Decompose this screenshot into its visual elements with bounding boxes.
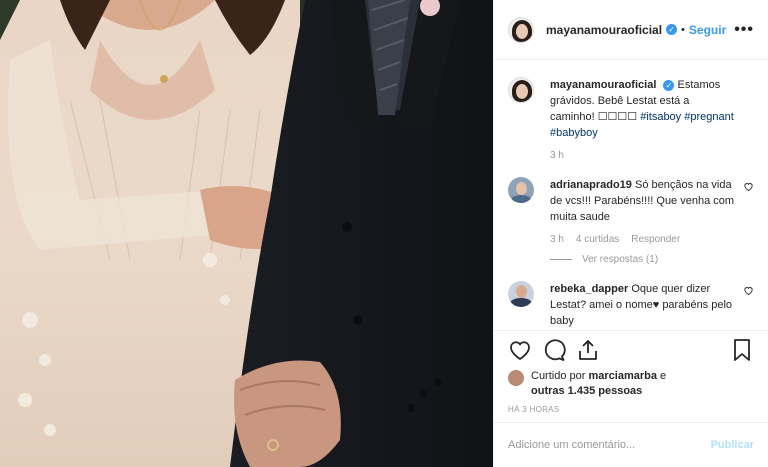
liked-by-conjunction: e	[660, 370, 667, 382]
liker-avatar[interactable]	[508, 370, 524, 386]
like-heart-icon[interactable]	[508, 338, 532, 362]
view-replies-button[interactable]: Ver respostas (1)	[550, 254, 736, 265]
post-timestamp[interactable]: HÁ 3 HORAS	[508, 405, 754, 414]
post-photo[interactable]	[0, 0, 493, 467]
comment-item: adrianaprado19 Só bençãos na vida de vcs…	[508, 177, 754, 265]
author-username[interactable]: mayanamouraoficial	[546, 23, 662, 37]
liked-by-prefix: Curtido por	[531, 370, 586, 382]
commenter-avatar[interactable]	[508, 177, 534, 203]
replies-divider	[550, 259, 572, 260]
comment-like-heart-icon[interactable]	[743, 181, 754, 192]
follow-button[interactable]: Seguir	[689, 23, 726, 37]
liked-by: Curtido por marciamarba e outras 1.435 p…	[508, 369, 754, 399]
add-comment-bar: Publicar	[494, 422, 768, 467]
comment-time[interactable]: 3 h	[550, 234, 564, 245]
verified-badge-icon: ✓	[663, 79, 675, 91]
wedding-photo	[0, 0, 493, 467]
share-icon[interactable]	[576, 338, 600, 362]
author-avatar[interactable]	[508, 16, 534, 43]
liker-username[interactable]: marciamarba	[588, 370, 657, 382]
comment-bubble-icon[interactable]	[542, 338, 566, 362]
comment-item: rebeka_dapper Oque quer dizer Lestat? am…	[508, 281, 754, 329]
post-header: mayanamouraoficial ✓ • Seguir •••	[494, 0, 768, 60]
verified-badge-icon: ✓	[666, 24, 678, 35]
post-side-panel: mayanamouraoficial ✓ • Seguir ••• mayana…	[493, 0, 768, 467]
hashtag-link[interactable]: #babyboy	[550, 127, 598, 139]
view-replies-label: Ver respostas (1)	[582, 254, 659, 265]
more-options-icon[interactable]: •••	[734, 21, 754, 39]
commenter-username[interactable]: adrianaprado19	[550, 179, 632, 191]
caption-author-avatar[interactable]	[508, 77, 534, 103]
bookmark-icon[interactable]	[730, 338, 754, 362]
header-separator: •	[681, 23, 685, 36]
post-actions: Curtido por marciamarba e outras 1.435 p…	[494, 330, 768, 414]
likes-count-link[interactable]: outras 1.435 pessoas	[531, 385, 642, 397]
hashtag-link[interactable]: #pregnant	[684, 111, 734, 123]
caption-username[interactable]: mayanamouraoficial	[550, 79, 656, 91]
comment-like-heart-icon[interactable]	[743, 285, 754, 296]
comments-list[interactable]: mayanamouraoficial ✓ Estamos grávidos. B…	[494, 61, 768, 329]
reply-button[interactable]: Responder	[631, 234, 680, 245]
caption: mayanamouraoficial ✓ Estamos grávidos. B…	[508, 77, 754, 161]
comment-input[interactable]	[508, 439, 711, 451]
hashtag-link[interactable]: #itsaboy	[640, 111, 681, 123]
caption-time[interactable]: 3 h	[550, 150, 564, 161]
commenter-avatar[interactable]	[508, 281, 534, 307]
commenter-username[interactable]: rebeka_dapper	[550, 283, 628, 295]
publish-button[interactable]: Publicar	[711, 439, 754, 451]
comment-likes[interactable]: 4 curtidas	[576, 234, 619, 245]
